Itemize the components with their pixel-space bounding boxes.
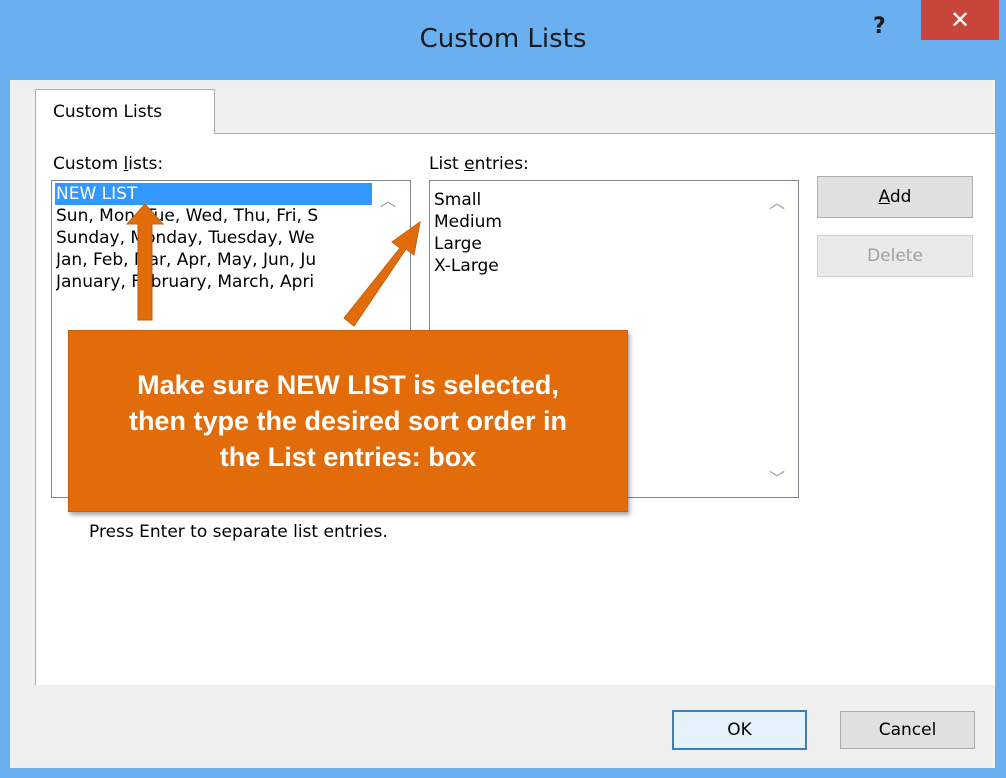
arrow-to-list-entries-icon (343, 220, 421, 327)
instruction-callout: Make sure NEW LIST is selected, then typ… (68, 330, 628, 512)
arrow-to-new-list-icon (125, 203, 165, 321)
